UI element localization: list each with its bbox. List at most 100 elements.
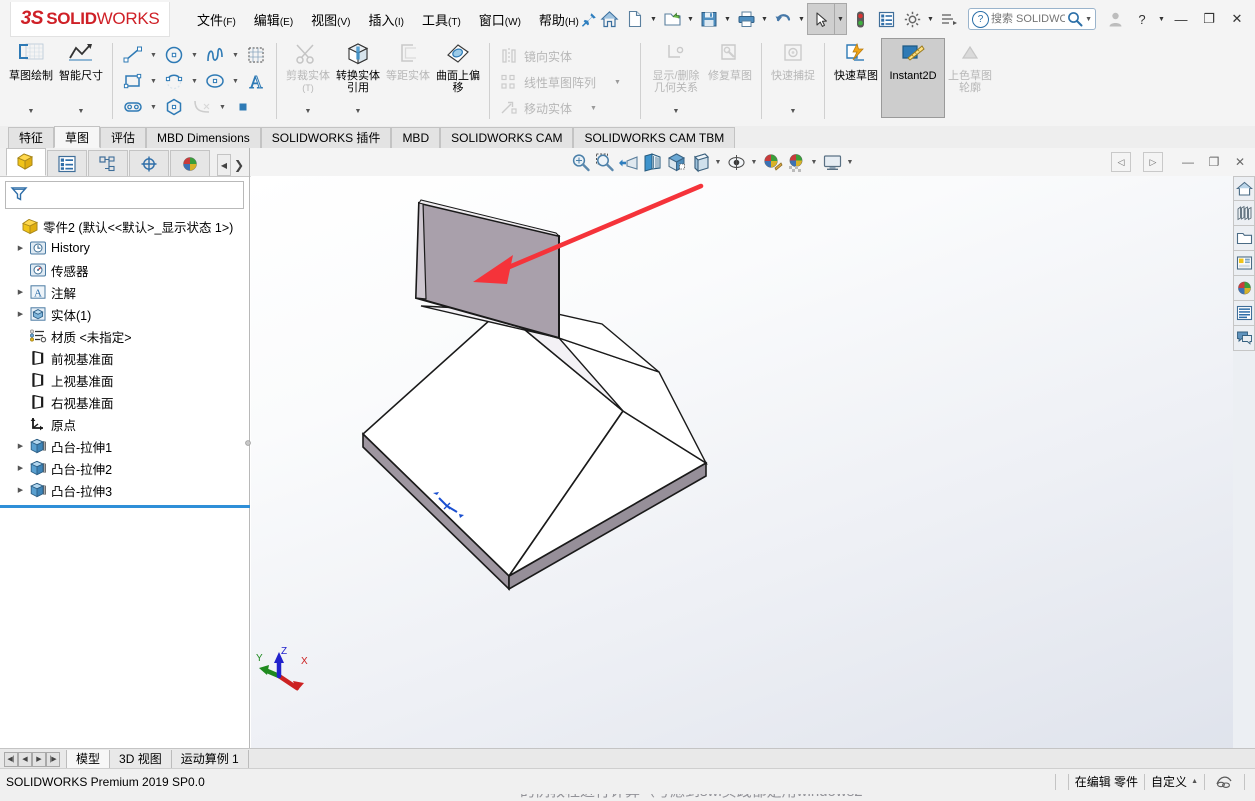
polygon-icon[interactable] — [160, 95, 188, 119]
tree-item-solid-bodies[interactable]: ▶ 实体(1) — [6, 303, 249, 325]
convert-entities-button[interactable]: 转换实体引用 ▼ — [333, 38, 383, 118]
task-pane-solidworks-forum-button[interactable] — [1233, 326, 1255, 351]
tree-item-sensors[interactable]: 传感器 — [6, 259, 249, 281]
rollback-bar[interactable] — [0, 505, 250, 508]
graphics-area[interactable]: Z Y X — [251, 176, 1255, 748]
view-settings-dropdown-caret[interactable]: ▼ — [844, 150, 856, 174]
tab-mbd-dimensions[interactable]: MBD Dimensions — [146, 127, 261, 148]
feature-tree-filter[interactable] — [5, 181, 244, 209]
solid-bodies-twisty-icon[interactable]: ▶ — [14, 310, 27, 318]
tree-item-boss-extrude1[interactable]: ▶ 凸台-拉伸1 — [6, 435, 249, 457]
doc-minimize-button[interactable]: — — [1175, 150, 1201, 174]
display-manager-tab[interactable] — [170, 150, 210, 176]
new-file-dropdown-caret[interactable]: ▼ — [648, 4, 659, 34]
circle-dropdown-caret[interactable]: ▼ — [188, 43, 201, 67]
nav-next-button[interactable]: ▶ — [32, 751, 46, 767]
task-pane-custom-properties-button[interactable] — [1233, 301, 1255, 326]
circle-icon[interactable] — [160, 43, 188, 67]
search-input[interactable] — [989, 12, 1068, 26]
magnifier-icon[interactable] — [1067, 11, 1083, 27]
previous-view-icon[interactable] — [616, 150, 640, 174]
user-account-icon[interactable] — [1102, 4, 1128, 34]
traffic-light-icon[interactable] — [847, 4, 873, 34]
cursor-arrow-icon[interactable] — [807, 3, 835, 35]
tree-root-part[interactable]: 零件2 (默认<<默认>_显示状态 1>) — [6, 215, 249, 237]
window-restore-button[interactable]: ❐ — [1195, 4, 1223, 34]
doc-prev-button[interactable]: ◁ — [1111, 152, 1131, 172]
panel-expand-button[interactable]: ❯ — [231, 154, 247, 176]
history-twisty-icon[interactable]: ▶ — [14, 244, 27, 252]
ellipse-icon[interactable] — [201, 69, 229, 93]
boss-extrude1-twisty-icon[interactable]: ▶ — [14, 442, 27, 450]
nav-last-button[interactable]: |▶ — [46, 751, 60, 767]
scene-icon[interactable] — [784, 150, 808, 174]
configuration-manager-tab[interactable] — [88, 150, 128, 176]
menu-edit[interactable]: 编辑(E) — [245, 6, 302, 33]
save-disk-icon[interactable] — [696, 4, 722, 34]
task-pane-view-palette-button[interactable] — [1233, 251, 1255, 276]
status-custom-caret[interactable]: ▲ — [1187, 778, 1198, 785]
ellipse-dropdown-caret[interactable]: ▼ — [229, 69, 242, 93]
instant2d-button[interactable]: Instant2D — [881, 38, 945, 118]
window-close-button[interactable]: ✕ — [1223, 4, 1251, 34]
open-folder-icon[interactable] — [659, 4, 685, 34]
tree-item-top-plane[interactable]: 上视基准面 — [6, 369, 249, 391]
home-icon[interactable] — [596, 4, 622, 34]
section-view-icon[interactable] — [640, 150, 664, 174]
undo-dropdown-caret[interactable]: ▼ — [796, 4, 807, 34]
properties-list-icon[interactable] — [873, 4, 899, 34]
tree-item-boss-extrude2[interactable]: ▶ 凸台-拉伸2 — [6, 457, 249, 479]
scene-dropdown-caret[interactable]: ▼ — [808, 150, 820, 174]
annotations-twisty-icon[interactable]: ▶ — [14, 288, 27, 296]
menu-view[interactable]: 视图(V) — [302, 6, 359, 33]
new-file-icon[interactable] — [622, 4, 648, 34]
property-manager-tab[interactable] — [47, 150, 87, 176]
monitor-icon[interactable] — [820, 150, 844, 174]
task-pane-design-library-button[interactable] — [1233, 201, 1255, 226]
tab-solidworks-addins[interactable]: SOLIDWORKS 插件 — [260, 127, 392, 148]
zoom-area-icon[interactable] — [592, 150, 616, 174]
sketch-button[interactable]: 草图绘制 ▼ — [6, 38, 56, 118]
search-dropdown-caret[interactable]: ▼ — [1083, 16, 1092, 23]
tree-item-material[interactable]: 材质 <未指定> — [6, 325, 249, 347]
eye-icon[interactable] — [724, 150, 748, 174]
tree-item-boss-extrude3[interactable]: ▶ 凸台-拉伸3 — [6, 479, 249, 501]
arc-icon[interactable] — [160, 69, 188, 93]
text-a-icon[interactable]: A — [242, 69, 270, 93]
sketch-dropdown-caret[interactable]: ▼ — [28, 108, 35, 118]
bottom-tab-model[interactable]: 模型 — [66, 749, 111, 769]
print-dropdown-caret[interactable]: ▼ — [759, 4, 770, 34]
view-orientation-icon[interactable] — [664, 150, 688, 174]
display-style-cube-icon[interactable] — [688, 150, 712, 174]
offset-on-surface-button[interactable]: 曲面上偏移 — [433, 38, 483, 118]
tree-item-annotations[interactable]: ▶ A 注解 — [6, 281, 249, 303]
window-minimize-button[interactable]: — — [1167, 4, 1195, 34]
line-dropdown-caret[interactable]: ▼ — [147, 43, 160, 67]
panel-resize-grip[interactable] — [245, 430, 251, 456]
display-style-dropdown-caret[interactable]: ▼ — [712, 150, 724, 174]
rapid-sketch-button[interactable]: 快速草图 — [831, 38, 881, 118]
arc-dropdown-caret[interactable]: ▼ — [188, 69, 201, 93]
zoom-fit-icon[interactable] — [568, 150, 592, 174]
menu-file[interactable]: 文件(F) — [188, 6, 245, 33]
gear-icon[interactable] — [899, 4, 925, 34]
options-dropdown-caret[interactable]: ▼ — [925, 4, 936, 34]
bottom-tab-3dviews[interactable]: 3D 视图 — [110, 749, 172, 769]
boss-extrude3-twisty-icon[interactable]: ▶ — [14, 486, 27, 494]
feature-manager-tab[interactable] — [6, 148, 46, 176]
slot-dropdown-caret[interactable]: ▼ — [147, 95, 160, 119]
tab-features[interactable]: 特征 — [8, 127, 55, 148]
status-custom-text[interactable]: 自定义 — [1151, 773, 1187, 790]
smart-dimension-dropdown-caret[interactable]: ▼ — [78, 108, 85, 118]
bottom-tab-motion-study-1[interactable]: 运动算例 1 — [172, 749, 249, 769]
hide-show-dropdown-caret[interactable]: ▼ — [748, 150, 760, 174]
menu-tools[interactable]: 工具(T) — [413, 6, 470, 33]
part-icon[interactable] — [936, 4, 962, 34]
tab-evaluate[interactable]: 评估 — [100, 127, 147, 148]
undo-arrow-icon[interactable] — [770, 4, 796, 34]
tab-solidworks-cam[interactable]: SOLIDWORKS CAM — [440, 127, 574, 148]
smart-dimension-button[interactable]: 智能尺寸 ▼ — [56, 38, 106, 118]
spline-dropdown-caret[interactable]: ▼ — [229, 43, 242, 67]
tab-mbd[interactable]: MBD — [391, 127, 441, 148]
save-dropdown-caret[interactable]: ▼ — [722, 4, 733, 34]
